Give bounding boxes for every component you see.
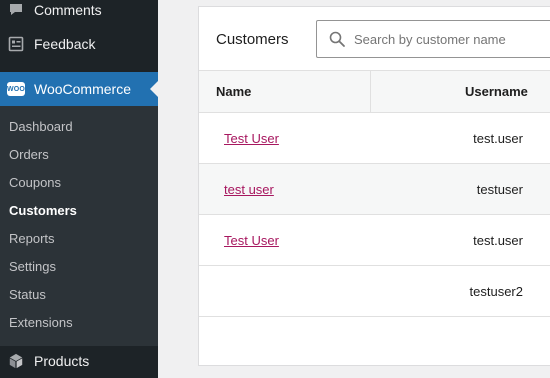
column-header-username[interactable]: Username: [465, 71, 528, 113]
customer-name-link[interactable]: test user: [224, 164, 274, 215]
customer-name-link[interactable]: Test User: [224, 113, 279, 164]
customer-username: test.user: [473, 131, 523, 146]
feedback-icon: [8, 36, 24, 52]
column-header-name[interactable]: Name: [216, 71, 251, 113]
submenu-item-dashboard[interactable]: Dashboard: [0, 113, 158, 141]
table-row: testuser2: [199, 266, 550, 317]
table-row: Test User test.user: [199, 215, 550, 266]
menu-item-label: WooCommerce: [34, 81, 131, 97]
admin-sidebar: Comments Feedback WOO WooCommerce Dashbo…: [0, 0, 158, 378]
submenu-item-reports[interactable]: Reports: [0, 225, 158, 253]
customer-username: testuser2: [469, 284, 523, 299]
current-menu-arrow: [150, 81, 158, 97]
search-icon: [328, 30, 346, 48]
card-title: Customers: [216, 31, 289, 48]
comment-icon: [8, 2, 24, 18]
submenu-item-coupons[interactable]: Coupons: [0, 169, 158, 197]
column-divider: [370, 71, 371, 113]
woo-badge: WOO: [6, 82, 26, 96]
submenu-item-status[interactable]: Status: [0, 281, 158, 309]
menu-item-feedback[interactable]: Feedback: [0, 27, 158, 61]
menu-item-label: Comments: [34, 2, 102, 18]
search-input[interactable]: [354, 31, 550, 47]
menu-item-products[interactable]: Products: [0, 344, 158, 378]
customer-search[interactable]: [316, 20, 550, 58]
products-icon: [8, 353, 24, 369]
menu-item-comments[interactable]: Comments: [0, 0, 158, 27]
customer-name-link[interactable]: Test User: [224, 215, 279, 266]
woocommerce-icon: WOO: [6, 81, 26, 97]
menu-item-label: Feedback: [34, 36, 96, 52]
menu-item-label: Products: [34, 353, 90, 369]
submenu-item-settings[interactable]: Settings: [0, 253, 158, 281]
menu-item-woocommerce[interactable]: WOO WooCommerce: [0, 72, 158, 106]
card-header: Customers: [199, 7, 550, 71]
customers-card: Customers Name Username Test User test.u…: [198, 6, 550, 366]
table-row: Test User test.user: [199, 113, 550, 164]
woocommerce-submenu: Dashboard Orders Coupons Customers Repor…: [0, 106, 158, 346]
customer-username: test.user: [473, 233, 523, 248]
customer-username: testuser: [476, 182, 523, 197]
submenu-item-customers[interactable]: Customers: [0, 197, 158, 225]
submenu-item-extensions[interactable]: Extensions: [0, 309, 158, 337]
submenu-item-orders[interactable]: Orders: [0, 141, 158, 169]
table-row: test user testuser: [199, 164, 550, 215]
table-header: Name Username: [199, 71, 550, 113]
